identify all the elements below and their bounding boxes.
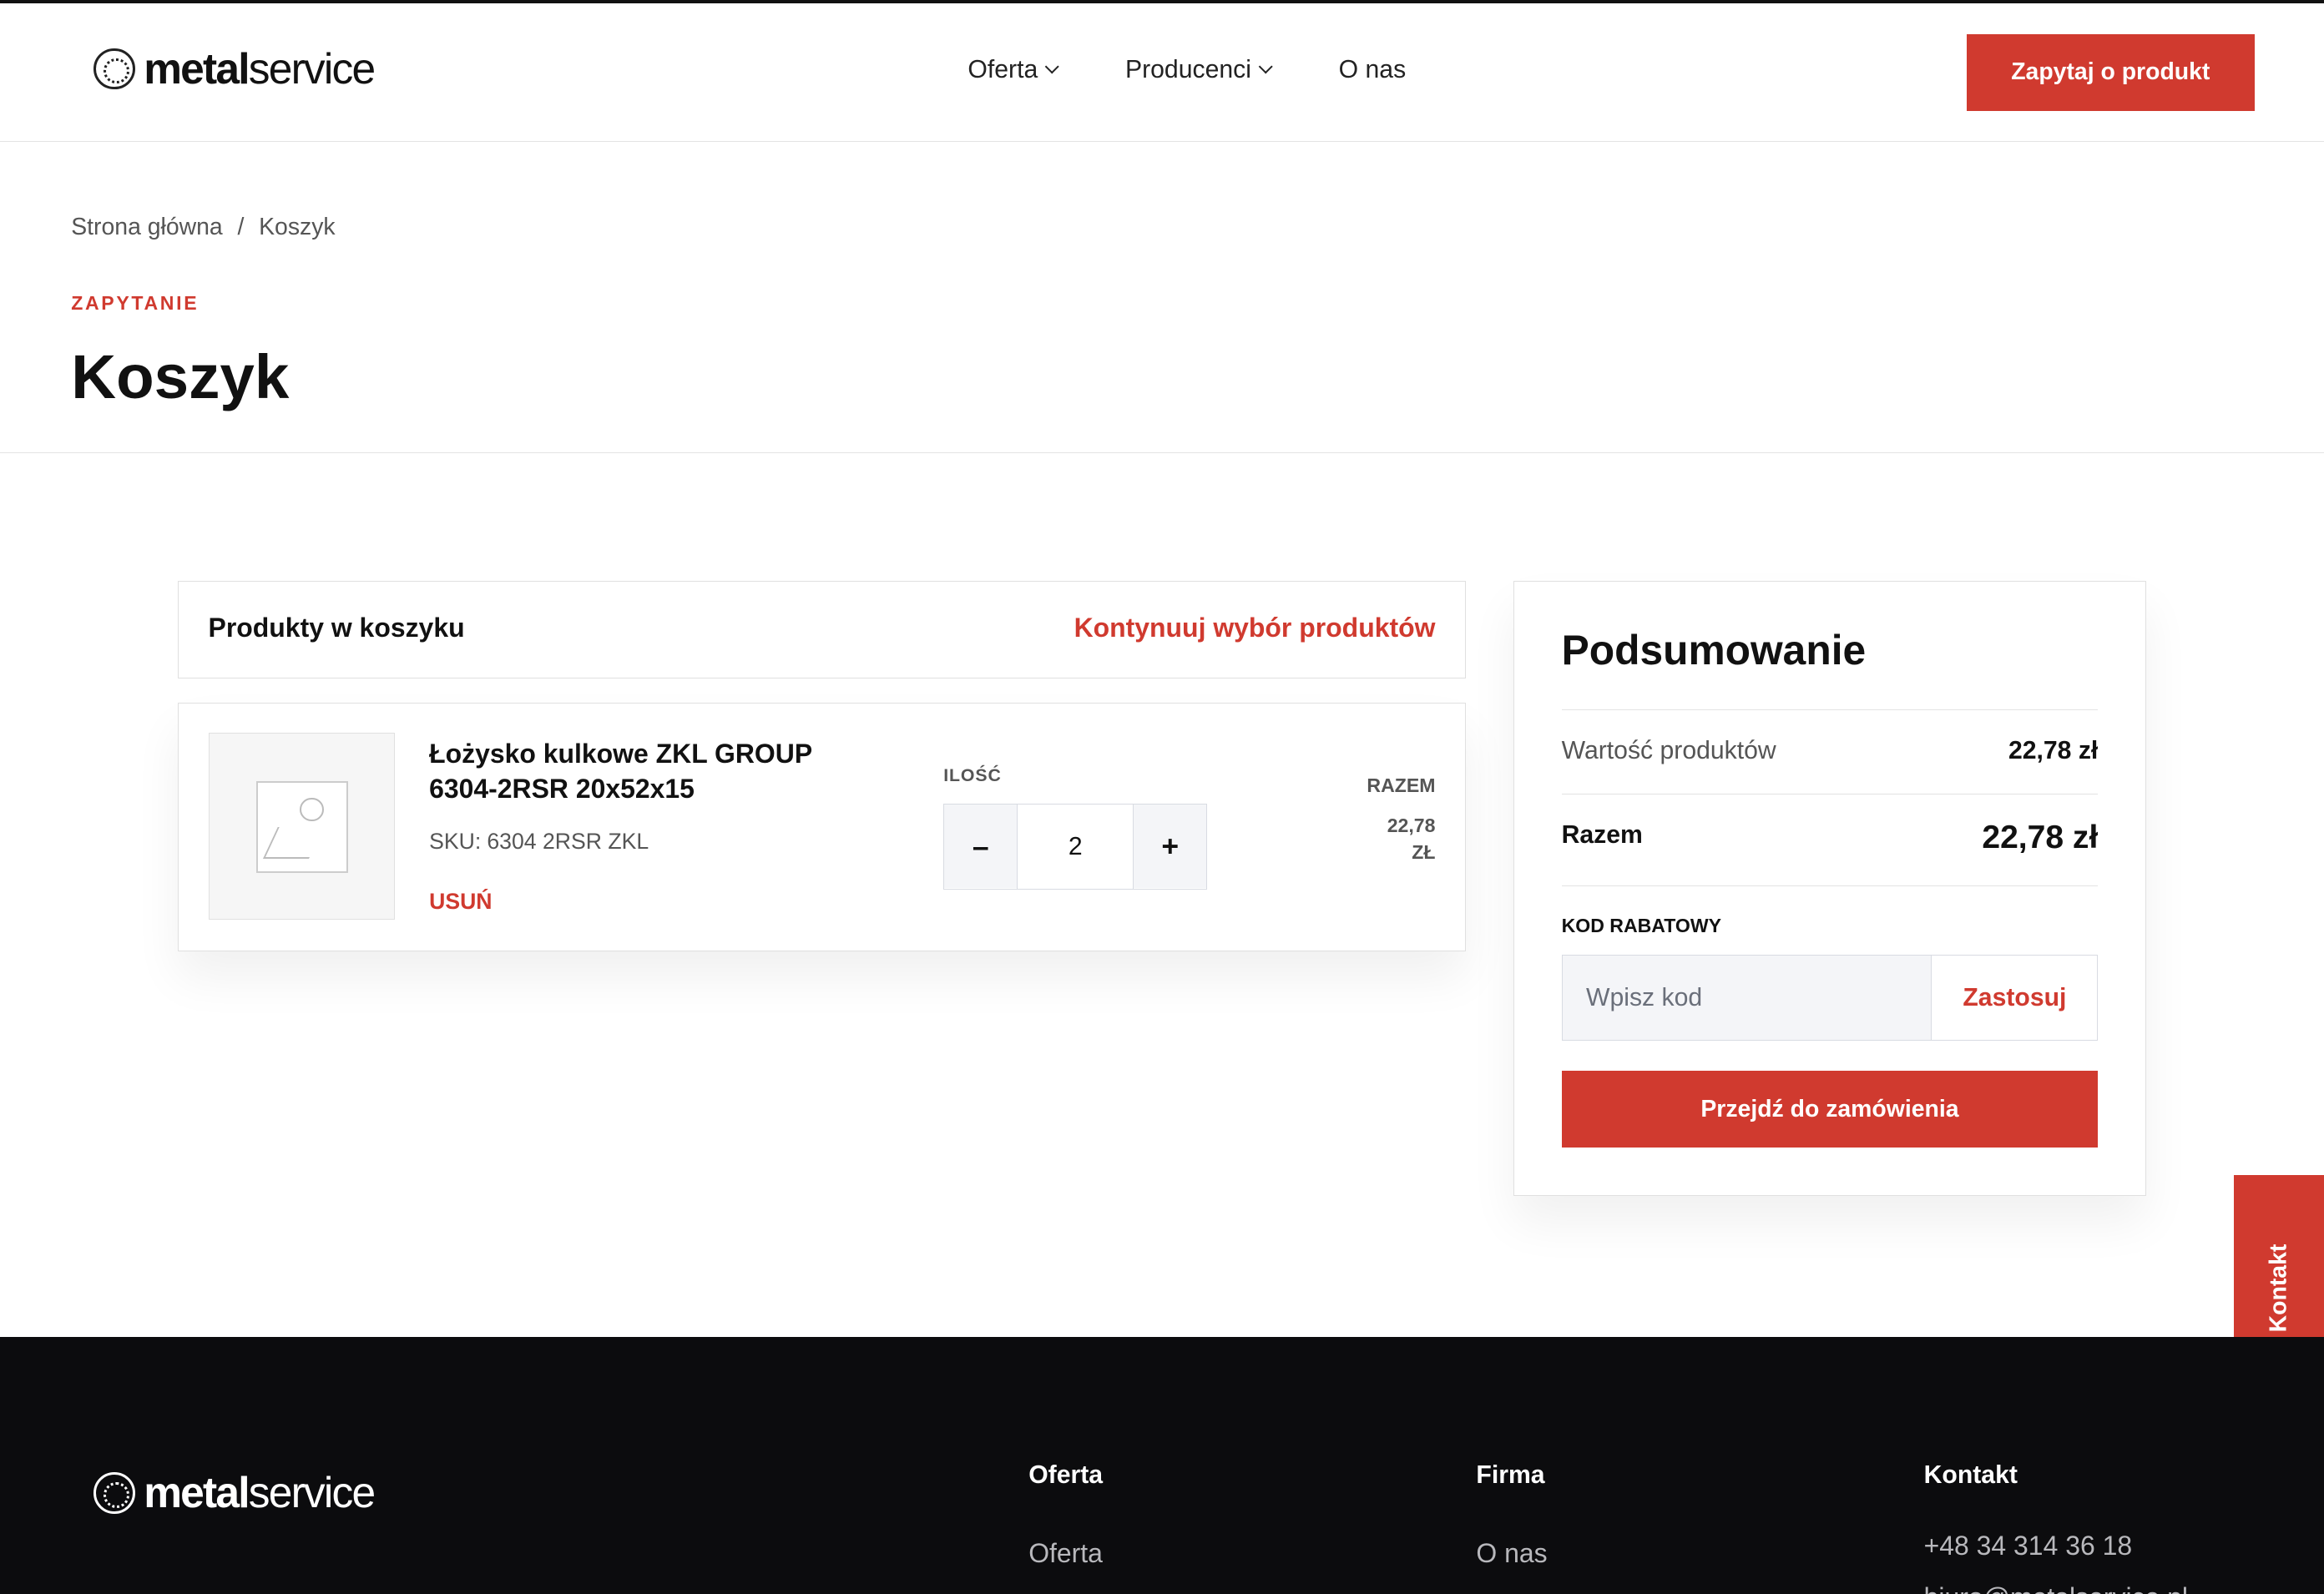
discount-code-input[interactable] bbox=[1562, 956, 1932, 1041]
quantity-input[interactable]: 2 bbox=[1017, 805, 1134, 890]
remove-item-button[interactable]: USUŃ bbox=[429, 889, 492, 915]
nav-item-o-nas[interactable]: O nas bbox=[1339, 56, 1407, 84]
nav-item-oferta[interactable]: Oferta bbox=[967, 56, 1059, 84]
site-footer: metalservice Oferta Oferta Firma O nas K… bbox=[0, 1336, 2324, 1594]
quantity-stepper: – 2 + bbox=[943, 804, 1208, 890]
products-value: 22,78 zł bbox=[2008, 736, 2099, 764]
summary-divider bbox=[1561, 885, 2099, 887]
total-value: 22,78 zł bbox=[1982, 820, 2099, 856]
breadcrumb: Strona główna / Koszyk bbox=[71, 214, 335, 241]
page-title: Koszyk bbox=[71, 341, 290, 412]
cart-header-title: Produkty w koszyku bbox=[208, 613, 465, 643]
item-total-label: RAZEM bbox=[1367, 774, 1436, 796]
footer-logo[interactable]: metalservice bbox=[93, 1468, 376, 1517]
contact-side-tab-label: Kontakt bbox=[2265, 1243, 2292, 1333]
total-label: Razem bbox=[1561, 820, 1643, 849]
breadcrumb-separator: / bbox=[237, 213, 245, 240]
continue-shopping-link[interactable]: Kontynuuj wybór produktów bbox=[1074, 613, 1436, 643]
summary-row-total: Razem 22,78 zł bbox=[1561, 793, 2099, 885]
header-logo[interactable]: metalservice bbox=[93, 43, 376, 93]
image-placeholder-icon bbox=[256, 780, 349, 873]
footer-heading: Kontakt bbox=[1923, 1460, 2018, 1489]
summary-title: Podsumowanie bbox=[1561, 627, 1867, 674]
logo-text: metalservice bbox=[144, 1468, 376, 1517]
item-total-amount: 22,78 bbox=[1387, 814, 1436, 836]
item-total-currency: ZŁ bbox=[1412, 840, 1436, 863]
discount-code-label: KOD RABATOWY bbox=[1561, 915, 1722, 937]
summary-row-products: Wartość produktów 22,78 zł bbox=[1561, 709, 2099, 794]
sku-value: 6304 2RSR ZKL bbox=[487, 829, 649, 855]
item-total-value: 22,78 ZŁ bbox=[1346, 813, 1436, 866]
order-summary: Podsumowanie Wartość produktów 22,78 zł … bbox=[1513, 580, 2146, 1196]
increase-quantity-button[interactable]: + bbox=[1134, 805, 1207, 888]
footer-link[interactable]: O nas bbox=[1476, 1538, 1547, 1569]
product-sku: SKU: 6304 2RSR ZKL bbox=[429, 829, 649, 855]
footer-email-link[interactable]: biuro@metalservice.pl bbox=[1924, 1582, 2188, 1594]
product-name[interactable]: Łożysko kulkowe ZKL GROUP 6304-2RSR 20x5… bbox=[429, 736, 874, 807]
quantity-label: ILOŚĆ bbox=[943, 765, 1002, 786]
footer-phone-link[interactable]: +48 34 314 36 18 bbox=[1924, 1531, 2133, 1561]
checkout-button[interactable]: Przejdź do zamówienia bbox=[1561, 1070, 2099, 1148]
footer-column-kontakt: Kontakt +48 34 314 36 18 biuro@metalserv… bbox=[1923, 1460, 2188, 1594]
nav-item-label: Oferta bbox=[967, 56, 1038, 84]
nav-item-producenci[interactable]: Producenci bbox=[1124, 56, 1273, 84]
footer-column-firma: Firma O nas bbox=[1476, 1460, 1547, 1568]
bearing-logo-icon bbox=[93, 48, 135, 90]
apply-discount-button[interactable]: Zastosuj bbox=[1931, 956, 2098, 1041]
cart-header: Produkty w koszyku Kontynuuj wybór produ… bbox=[178, 580, 1466, 679]
cart-item: Łożysko kulkowe ZKL GROUP 6304-2RSR 20x5… bbox=[178, 702, 1466, 951]
footer-link[interactable]: Oferta bbox=[1028, 1538, 1103, 1569]
page-eyebrow: ZAPYTANIE bbox=[71, 291, 200, 314]
footer-heading: Oferta bbox=[1028, 1460, 1104, 1489]
nav-item-label: Producenci bbox=[1124, 56, 1251, 84]
breadcrumb-home-link[interactable]: Strona główna bbox=[71, 214, 223, 241]
ask-product-button[interactable]: Zapytaj o produkt bbox=[1967, 33, 2255, 112]
chevron-down-icon bbox=[1257, 59, 1273, 74]
product-thumbnail[interactable] bbox=[208, 733, 396, 920]
site-header: metalservice Oferta Producenci O nas Zap… bbox=[0, 3, 2324, 143]
main-nav: Oferta Producenci O nas bbox=[967, 56, 1473, 84]
breadcrumb-current: Koszyk bbox=[259, 213, 336, 240]
decrease-quantity-button[interactable]: – bbox=[944, 805, 1018, 888]
products-value-label: Wartość produktów bbox=[1561, 736, 1776, 764]
footer-heading: Firma bbox=[1476, 1460, 1545, 1489]
divider bbox=[0, 451, 2324, 454]
chevron-down-icon bbox=[1044, 59, 1059, 74]
bearing-logo-icon bbox=[93, 1471, 135, 1514]
nav-item-label: O nas bbox=[1338, 56, 1407, 84]
sku-label: SKU: bbox=[429, 829, 482, 855]
logo-text: metalservice bbox=[144, 43, 376, 93]
footer-column-oferta: Oferta Oferta bbox=[1028, 1460, 1104, 1568]
discount-code-group: Zastosuj bbox=[1561, 955, 2099, 1042]
